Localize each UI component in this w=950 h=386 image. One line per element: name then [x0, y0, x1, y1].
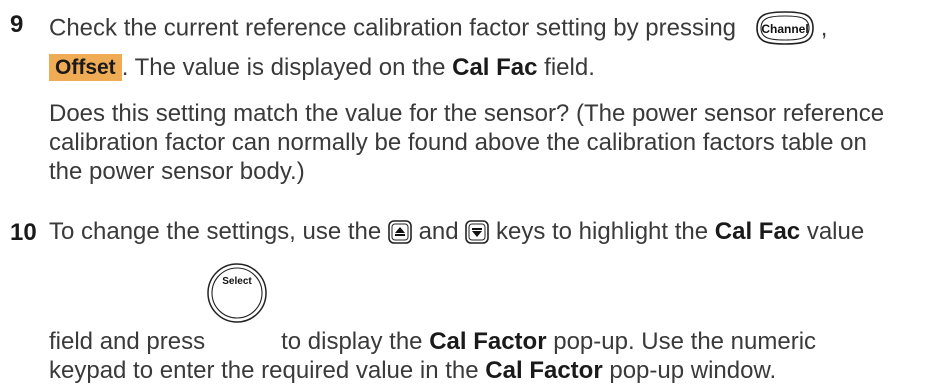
- cal-factor-label: Cal Factor: [485, 357, 603, 384]
- select-key-label: Select: [222, 276, 252, 287]
- step-10-line-1: To change the settings, use the and keys…: [49, 217, 864, 248]
- up-arrow-key-icon: [388, 218, 412, 248]
- cal-fac-field-label: Cal Fac: [452, 54, 538, 81]
- step-number: 9: [10, 11, 24, 38]
- channel-key-label: Channel: [761, 22, 808, 36]
- step-10-line-3: keypad to enter the required value in th…: [49, 357, 777, 384]
- cal-fac-field-label: Cal Fac: [714, 218, 801, 245]
- step-9-line-1: Check the current reference calibration …: [49, 9, 827, 49]
- step-9-line-2: Offset. The value is displayed on the Ca…: [49, 53, 595, 83]
- channel-key-icon: Channel: [749, 9, 821, 49]
- down-arrow-key-icon: [465, 218, 490, 248]
- paragraph-line-2: calibration factor can normally be found…: [49, 129, 867, 156]
- instruction-text: Check the current reference calibration …: [49, 14, 737, 42]
- step-10-line-2: field and press to display the Cal Factor…: [49, 328, 817, 355]
- cal-factor-label: Cal Factor: [429, 328, 547, 355]
- select-key-icon: Select: [206, 262, 268, 329]
- step-number: 10: [10, 219, 37, 246]
- paragraph-line-3: the power sensor body.): [49, 158, 305, 185]
- offset-softkey: Offset: [49, 54, 122, 81]
- paragraph-line-1: Does this setting match the value for th…: [49, 100, 885, 127]
